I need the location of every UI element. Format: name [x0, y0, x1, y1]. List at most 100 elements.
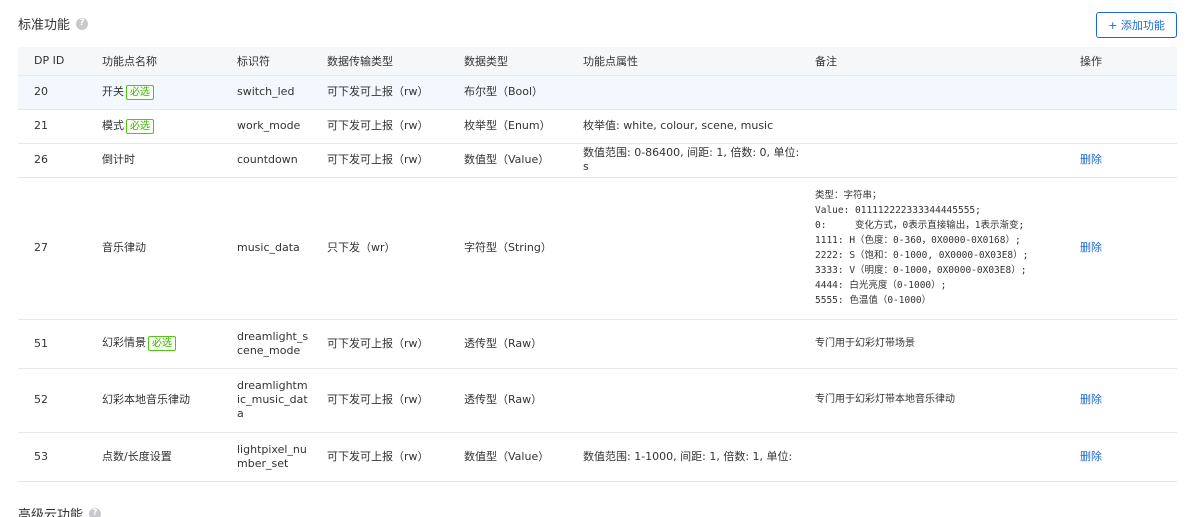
- cell-dp-id: 26: [18, 143, 90, 178]
- cell-identifier-text: countdown: [237, 153, 298, 166]
- cell-identifier-text: work_mode: [237, 119, 301, 132]
- cell-identifier: switch_led: [225, 75, 315, 110]
- cell-dp-id-text: 53: [34, 449, 48, 463]
- cell-properties: 数值范围: 1-1000, 间距: 1, 倍数: 1, 单位:: [571, 432, 803, 482]
- table-row: 20 开关 必选 switch_led 可下发可上报（rw） 布尔型（Bool）: [18, 75, 1177, 110]
- cell-properties: 枚举值: white, colour, scene, music: [571, 109, 803, 144]
- cell-data-type: 数值型（Value）: [452, 143, 571, 178]
- cell-transfer-type-text: 可下发可上报（rw）: [327, 153, 429, 166]
- cell-data-type-text: 数值型（Value）: [464, 153, 550, 166]
- cell-data-type-text: 透传型（Raw）: [464, 336, 543, 350]
- table-row: 26 倒计时 countdown 可下发可上报（rw） 数值型（Value） 数值范围: …: [18, 143, 1177, 178]
- cell-transfer-type-text: 可下发可上报（rw）: [327, 393, 429, 406]
- cell-identifier-text: switch_led: [237, 85, 295, 98]
- cell-transfer-type-text: 可下发可上报（rw）: [327, 85, 429, 98]
- table-row: 21 模式 必选 work_mode 可下发可上报（rw） 枚举型（Enum） 枚举值: w…: [18, 109, 1177, 144]
- table-header-row: DP ID 功能点名称 标识符 数据传输类型 数据类型 功能点属性 备注 操作: [18, 47, 1177, 76]
- header-identifier: 标识符: [225, 47, 315, 76]
- cell-dp-id: 20: [18, 75, 90, 110]
- cell-data-type: 布尔型（Bool）: [452, 75, 571, 110]
- cell-properties: [571, 368, 803, 433]
- advanced-section-title: 高级云功能: [18, 508, 84, 517]
- cell-data-type: 数值型（Value）: [452, 432, 571, 482]
- cell-properties: [571, 75, 803, 110]
- cell-transfer-type: 可下发可上报（rw）: [315, 109, 452, 144]
- cell-name: 模式 必选: [90, 109, 225, 144]
- cell-data-type: 透传型（Raw）: [452, 368, 571, 433]
- header-properties: 功能点属性: [571, 47, 803, 76]
- cell-actions: 删除: [1068, 143, 1177, 178]
- cell-dp-id-text: 20: [34, 85, 48, 98]
- add-function-button[interactable]: + 添加功能: [1096, 12, 1177, 38]
- cell-notes: [803, 109, 1068, 144]
- required-badge: 必选: [126, 118, 154, 134]
- cell-identifier: music_data: [225, 177, 315, 320]
- cell-properties-text: 数值范围: 0-86400, 间距: 1, 倍数: 0, 单位: s: [583, 146, 800, 173]
- advanced-section-header: 高级云功能 ?: [18, 504, 102, 517]
- cell-dp-id: 27: [18, 177, 90, 320]
- cell-name-text: 模式: [102, 118, 124, 132]
- cell-notes-text: 类型：字符串； Value: 011112222333344445555; 0:…: [815, 190, 1029, 306]
- required-badge: 必选: [148, 336, 176, 351]
- cell-name-text: 点数/长度设置: [102, 449, 172, 463]
- cell-data-type: 枚举型（Enum）: [452, 109, 571, 144]
- cell-identifier-text: dreamlightm ic_music_dat a: [237, 379, 308, 420]
- delete-link[interactable]: 删除: [1080, 450, 1102, 463]
- cell-notes: 专门用于幻彩灯带场景: [803, 319, 1068, 369]
- cell-actions: 删除: [1068, 368, 1177, 433]
- cell-properties: 数值范围: 0-86400, 间距: 1, 倍数: 0, 单位: s: [571, 143, 803, 178]
- question-circle-icon[interactable]: ?: [76, 17, 89, 30]
- cell-transfer-type-text: 只下发（wr）: [327, 241, 396, 254]
- cell-actions: [1068, 75, 1177, 110]
- table-row: 51 幻彩情景 必选 dreamlight_s cene_mode 可下发可上报（rw）…: [18, 319, 1177, 369]
- cell-name-text: 音乐律动: [102, 241, 146, 254]
- cell-identifier: dreamlight_s cene_mode: [225, 319, 315, 369]
- table-row: 53 点数/长度设置 lightpixel_nu mber_set 可下发可上报（rw…: [18, 432, 1177, 482]
- cell-identifier-text: lightpixel_nu mber_set: [237, 442, 307, 470]
- cell-name: 幻彩情景 必选: [90, 319, 225, 369]
- header-transfer-type: 数据传输类型: [315, 47, 452, 76]
- cell-identifier: countdown: [225, 143, 315, 178]
- cell-properties-text: 数值范围: 1-1000, 间距: 1, 倍数: 1, 单位:: [583, 449, 793, 463]
- cell-name: 倒计时: [90, 143, 225, 178]
- cell-properties-text: 枚举值: white, colour, scene, music: [583, 119, 774, 132]
- cell-properties: [571, 177, 803, 320]
- cell-properties: [571, 319, 803, 369]
- cell-dp-id-text: 27: [34, 241, 48, 254]
- cell-dp-id: 53: [18, 432, 90, 482]
- cell-transfer-type: 可下发可上报（rw）: [315, 319, 452, 369]
- required-badge: 必选: [126, 84, 154, 100]
- cell-data-type-text: 枚举型（Enum）: [464, 119, 551, 132]
- cell-identifier-text: music_data: [237, 241, 300, 254]
- delete-link[interactable]: 删除: [1080, 393, 1102, 406]
- cell-notes: 类型：字符串； Value: 011112222333344445555; 0:…: [803, 177, 1068, 320]
- cell-data-type-text: 字符型（String）: [464, 241, 552, 254]
- cell-transfer-type: 可下发可上报（rw）: [315, 432, 452, 482]
- cell-transfer-type-text: 可下发可上报（rw）: [327, 336, 429, 350]
- cell-dp-id-text: 26: [34, 153, 48, 166]
- delete-link[interactable]: 删除: [1080, 153, 1102, 166]
- cell-name: 开关 必选: [90, 75, 225, 110]
- cell-dp-id-text: 52: [34, 393, 48, 406]
- cell-dp-id: 21: [18, 109, 90, 144]
- cell-dp-id-text: 51: [34, 336, 48, 350]
- cell-actions: [1068, 319, 1177, 369]
- cell-name: 音乐律动: [90, 177, 225, 320]
- cell-data-type: 透传型（Raw）: [452, 319, 571, 369]
- cell-name: 点数/长度设置: [90, 432, 225, 482]
- header-actions: 操作: [1068, 47, 1177, 76]
- table-row: 52 幻彩本地音乐律动 dreamlightm ic_music_dat a 可下发可…: [18, 368, 1177, 433]
- delete-link[interactable]: 删除: [1080, 241, 1102, 254]
- cell-data-type-text: 数值型（Value）: [464, 449, 550, 463]
- header-dp-id: DP ID: [18, 47, 90, 76]
- cell-actions: [1068, 109, 1177, 144]
- question-circle-icon[interactable]: ?: [89, 507, 102, 517]
- cell-notes: [803, 75, 1068, 110]
- cell-transfer-type: 可下发可上报（rw）: [315, 368, 452, 433]
- cell-name-text: 倒计时: [102, 153, 135, 166]
- cell-transfer-type-text: 可下发可上报（rw）: [327, 449, 429, 463]
- cell-notes: 专门用于幻彩灯带本地音乐律动: [803, 368, 1068, 433]
- cell-transfer-type-text: 可下发可上报（rw）: [327, 119, 429, 132]
- cell-transfer-type: 可下发可上报（rw）: [315, 143, 452, 178]
- cell-actions: 删除: [1068, 177, 1177, 320]
